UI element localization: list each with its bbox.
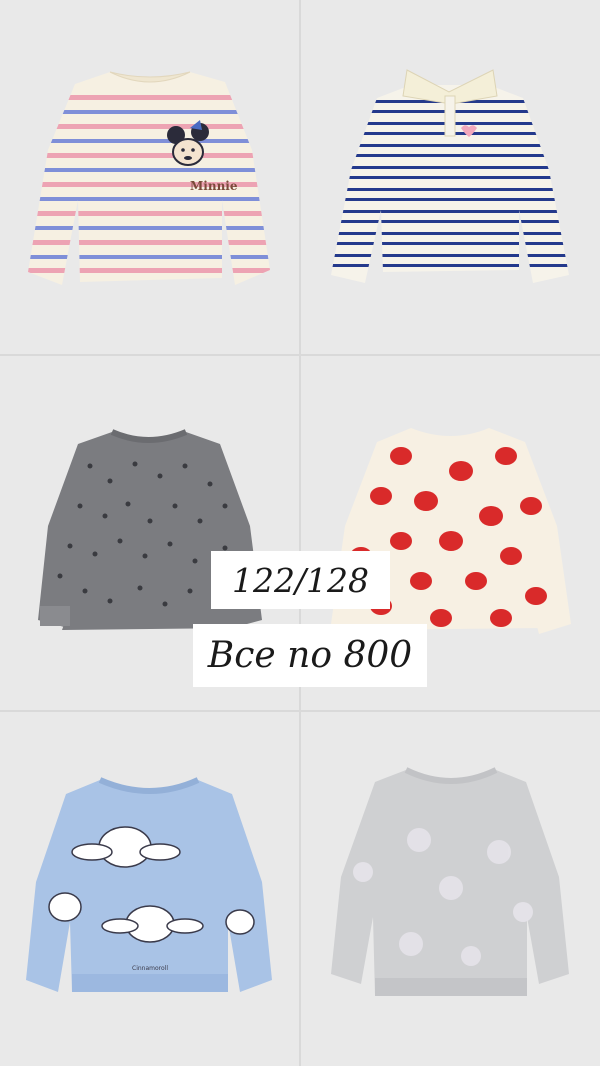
striped-polo-image [331,69,569,283]
size-label: 122/128 [211,551,390,609]
product-tile-grey-sequin[interactable] [301,712,600,1066]
grey-sequin-image [331,767,569,996]
striped-minnie-sweatshirt-image: Minnie [28,71,270,285]
minnie-text: Minnie [190,179,238,193]
blue-cinnamoroll-image: Cinnamoroll [26,777,272,992]
product-tile-striped-minnie[interactable]: Minnie [0,0,299,354]
product-grid: Minnie Cinnamoroll [0,0,600,1066]
cinnamoroll-text: Cinnamoroll [132,965,168,972]
product-tile-blue-cinnamoroll[interactable]: Cinnamoroll [0,712,299,1066]
product-tile-striped-polo[interactable] [301,0,600,354]
price-label: Все по 800 [193,624,427,687]
